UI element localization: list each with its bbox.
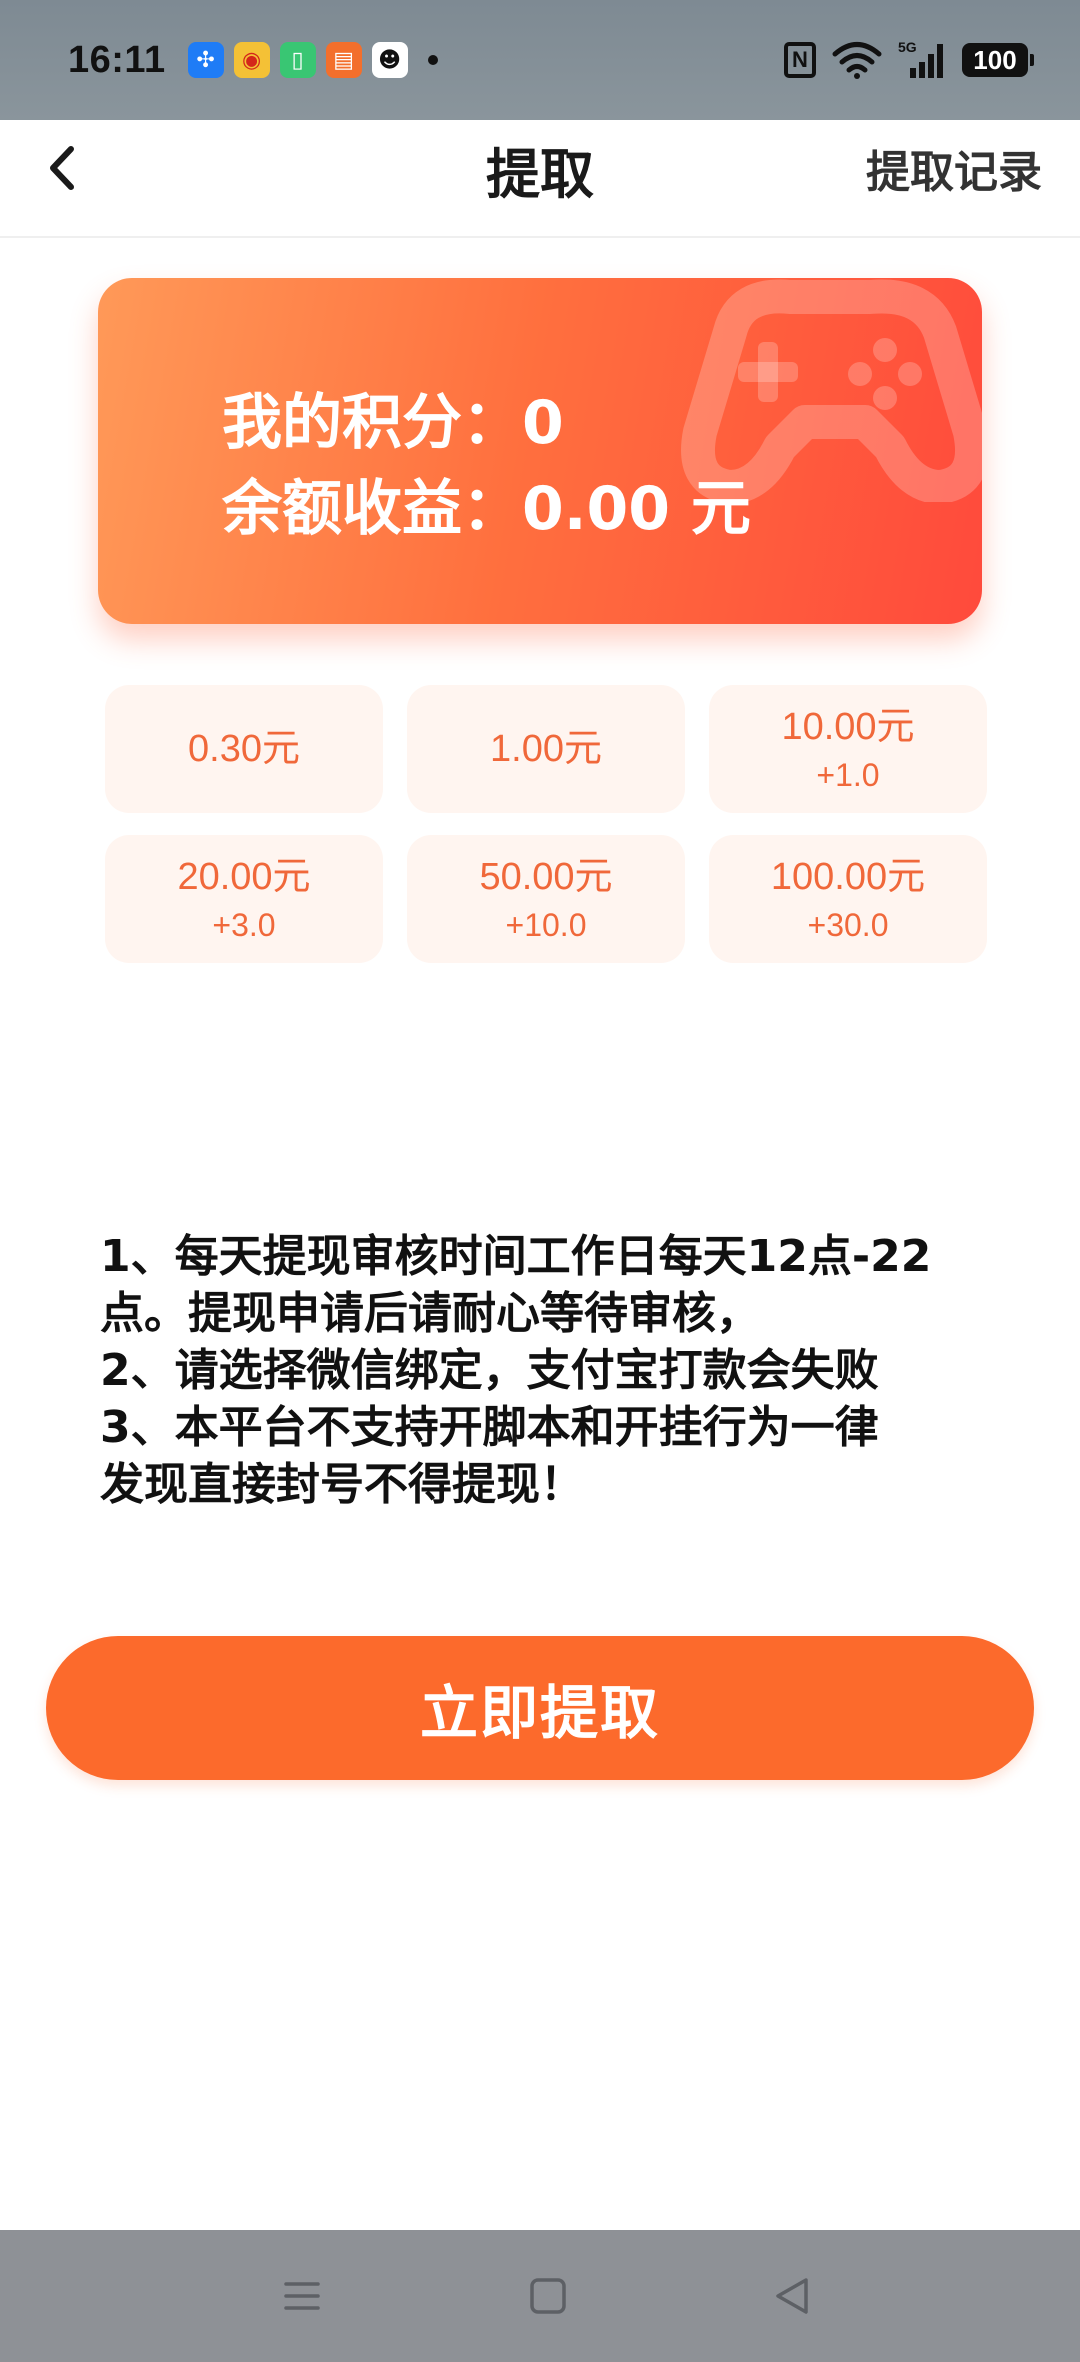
rule-line: 发现直接封号不得提现！ [100, 1459, 584, 1510]
status-time: 16:11 [68, 38, 166, 81]
amount-bonus: +1.0 [816, 757, 880, 793]
amount-option[interactable]: 0.30元 [105, 685, 383, 813]
balance-text: 余额收益：0.00 元 [222, 474, 751, 544]
status-bar: 16:11 ✣ ◉ ▯ ▤ ☻ N 5G 100 [0, 0, 1080, 120]
amount-option[interactable]: 10.00元 +1.0 [709, 685, 987, 813]
pinwheel-app-icon: ✣ [187, 42, 224, 78]
notification-icons: ✣ ◉ ▯ ▤ ☻ [187, 42, 438, 78]
amount-option[interactable]: 100.00元 +30.0 [709, 835, 987, 963]
nfc-icon: N [784, 42, 816, 78]
cellular-signal-icon: 5G [898, 40, 943, 78]
amount-bonus: +30.0 [807, 907, 889, 943]
more-notifications-dot [427, 55, 438, 65]
status-right: N 5G 100 [784, 40, 1034, 80]
amount-bonus: +3.0 [212, 907, 276, 943]
points-text: 我的积分：0 [222, 388, 564, 458]
balance-card: 我的积分：0 余额收益：0.00 元 [98, 278, 982, 624]
amount-option[interactable]: 20.00元 +3.0 [105, 835, 383, 963]
rule-line: 3、本平台不支持开脚本和开挂行为一律 [100, 1402, 879, 1453]
amount-value: 50.00元 [479, 856, 613, 898]
rule-line: 2、请选择微信绑定，支付宝打款会失败 [100, 1345, 879, 1396]
reader-app-icon: ▤ [325, 42, 362, 78]
amount-value: 100.00元 [770, 856, 926, 898]
rule-line: 1、每天提现审核时间工作日每天12点-22 [100, 1231, 932, 1282]
system-navigation-bar [0, 2230, 1080, 2362]
amount-bonus: +10.0 [505, 907, 587, 943]
amount-option[interactable]: 50.00元 +10.0 [407, 835, 685, 963]
recent-apps-icon[interactable] [280, 2274, 324, 2318]
back-triangle-icon[interactable] [770, 2274, 814, 2318]
wifi-icon [832, 42, 882, 79]
withdraw-now-button[interactable]: 立即提取 [46, 1636, 1034, 1780]
home-icon[interactable] [526, 2274, 570, 2318]
withdraw-history-link[interactable]: 提取记录 [866, 136, 1042, 200]
withdraw-rules: 1、每天提现审核时间工作日每天12点-22 点。提现申请后请耐心等待审核， 2、… [100, 1228, 980, 1513]
amount-value: 20.00元 [177, 856, 311, 898]
amount-value: 1.00元 [490, 728, 602, 770]
amount-option[interactable]: 1.00元 [407, 685, 685, 813]
rule-line: 点。提现申请后请耐心等待审核， [100, 1288, 760, 1339]
qq-app-icon: ☻ [371, 42, 408, 78]
header-bar: 提取 提取记录 [0, 120, 1080, 238]
amount-options-grid: 0.30元 1.00元 10.00元 +1.0 20.00元 +3.0 50.0… [105, 685, 988, 963]
amount-value: 0.30元 [188, 728, 300, 770]
battery-app-icon: ▯ [279, 42, 316, 78]
battery-icon: 100 [962, 43, 1034, 77]
amount-value: 10.00元 [781, 706, 915, 748]
network-type-label: 5G [898, 40, 917, 55]
weibo-app-icon: ◉ [233, 42, 270, 78]
